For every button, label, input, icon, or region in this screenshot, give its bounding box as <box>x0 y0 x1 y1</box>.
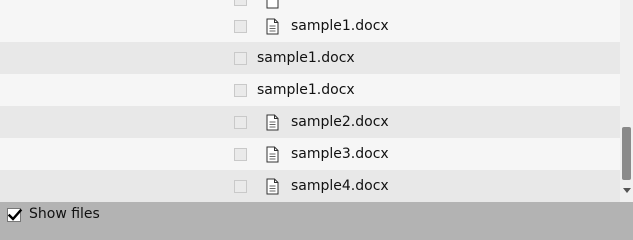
footer-bar: Show files <box>0 202 633 238</box>
file-icon <box>266 178 279 195</box>
tree-row[interactable]: sample1.docx <box>0 10 620 42</box>
tree-row[interactable]: sample4.docx <box>0 170 620 202</box>
tree-row[interactable]: sample3.docx <box>0 138 620 170</box>
tree-row-partial[interactable] <box>0 0 620 10</box>
checkmark-icon <box>7 208 23 221</box>
tree-row-checkbox[interactable] <box>234 52 247 65</box>
tree-row-checkbox[interactable] <box>234 180 247 193</box>
tree-row[interactable]: sample1.docx <box>0 42 620 74</box>
file-icon <box>266 0 279 9</box>
tree-row-checkbox[interactable] <box>234 148 247 161</box>
scroll-down-arrow-icon[interactable] <box>623 188 631 193</box>
scrollbar-thumb[interactable] <box>622 127 631 180</box>
file-icon <box>266 146 279 163</box>
file-icon <box>266 114 279 131</box>
show-files-label[interactable]: Show files <box>29 205 100 223</box>
tree-row-label[interactable]: sample4.docx <box>291 177 389 195</box>
tree-row-label[interactable]: sample1.docx <box>257 81 355 99</box>
tree-row-label[interactable]: sample2.docx <box>291 113 389 131</box>
tree-row[interactable]: sample2.docx <box>0 106 620 138</box>
tree-row-checkbox[interactable] <box>234 116 247 129</box>
show-files-checkbox[interactable] <box>7 208 23 222</box>
tree-row-label[interactable]: sample1.docx <box>291 17 389 35</box>
file-tree: sample1.docx sample1.docx sample1.docx s… <box>0 0 620 202</box>
tree-row[interactable]: sample1.docx <box>0 74 620 106</box>
tree-row-checkbox[interactable] <box>234 20 247 33</box>
tree-row-label[interactable]: sample1.docx <box>257 49 355 67</box>
file-icon <box>266 18 279 35</box>
vertical-scrollbar[interactable] <box>620 0 633 202</box>
tree-row-checkbox[interactable] <box>234 84 247 97</box>
tree-row-checkbox[interactable] <box>234 0 247 6</box>
tree-row-label[interactable]: sample3.docx <box>291 145 389 163</box>
